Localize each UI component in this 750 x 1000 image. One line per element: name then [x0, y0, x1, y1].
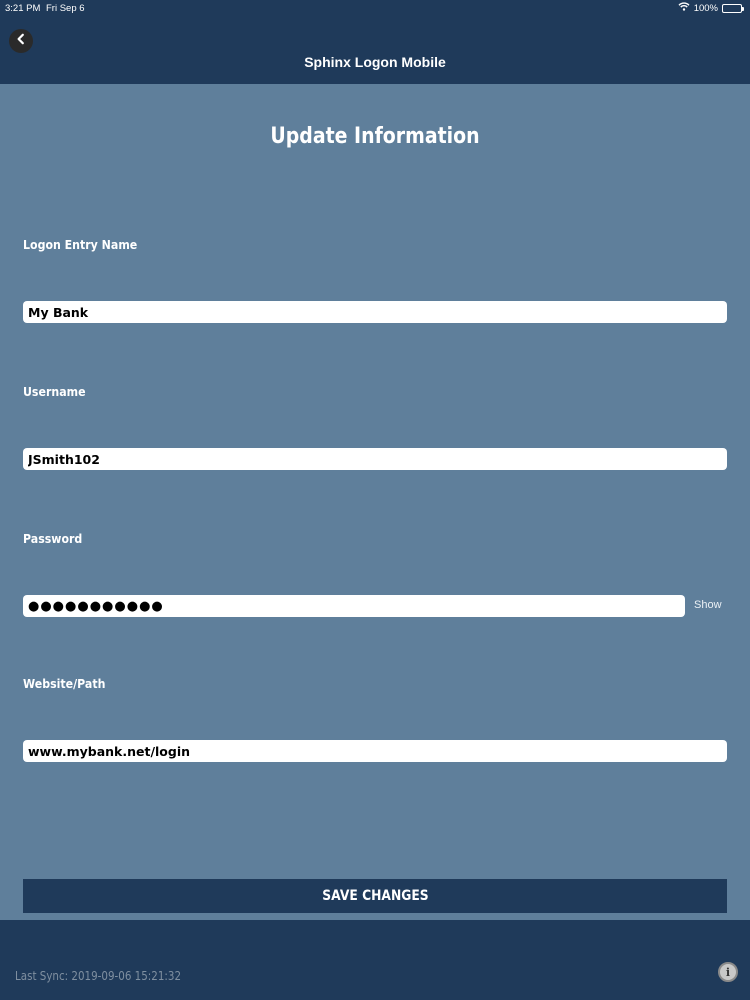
username-label: Username [23, 384, 86, 399]
nav-title: Sphinx Logon Mobile [304, 54, 446, 70]
info-button[interactable]: i [718, 962, 738, 982]
website-path-label: Website/Path [23, 676, 106, 691]
website-path-input[interactable] [23, 740, 727, 762]
status-bar: 3:21 PM Fri Sep 6 100% [0, 0, 750, 16]
status-indicators: 100% [678, 2, 744, 14]
chevron-left-icon [15, 32, 27, 50]
status-date: Fri Sep 6 [46, 3, 85, 14]
show-password-button[interactable]: Show [694, 599, 722, 611]
last-sync-text: Last Sync: 2019-09-06 15:21:32 [15, 969, 182, 983]
info-icon: i [725, 965, 731, 979]
save-changes-label: SAVE CHANGES [321, 888, 429, 904]
save-changes-button[interactable]: SAVE CHANGES [23, 879, 727, 913]
password-input[interactable] [23, 595, 685, 617]
logon-entry-name-input[interactable] [23, 301, 727, 323]
page-title: Update Information [270, 124, 480, 149]
logon-entry-name-label: Logon Entry Name [23, 237, 138, 252]
navigation-bar: Sphinx Logon Mobile [0, 16, 750, 84]
status-time: 3:21 PM [5, 3, 41, 14]
battery-icon [722, 3, 744, 13]
username-input[interactable] [23, 448, 727, 470]
password-label: Password [23, 531, 83, 546]
wifi-icon [678, 2, 690, 14]
battery-percent: 100% [693, 2, 718, 14]
footer: Last Sync: 2019-09-06 15:21:32 i [0, 920, 750, 1000]
back-button[interactable] [9, 29, 33, 53]
